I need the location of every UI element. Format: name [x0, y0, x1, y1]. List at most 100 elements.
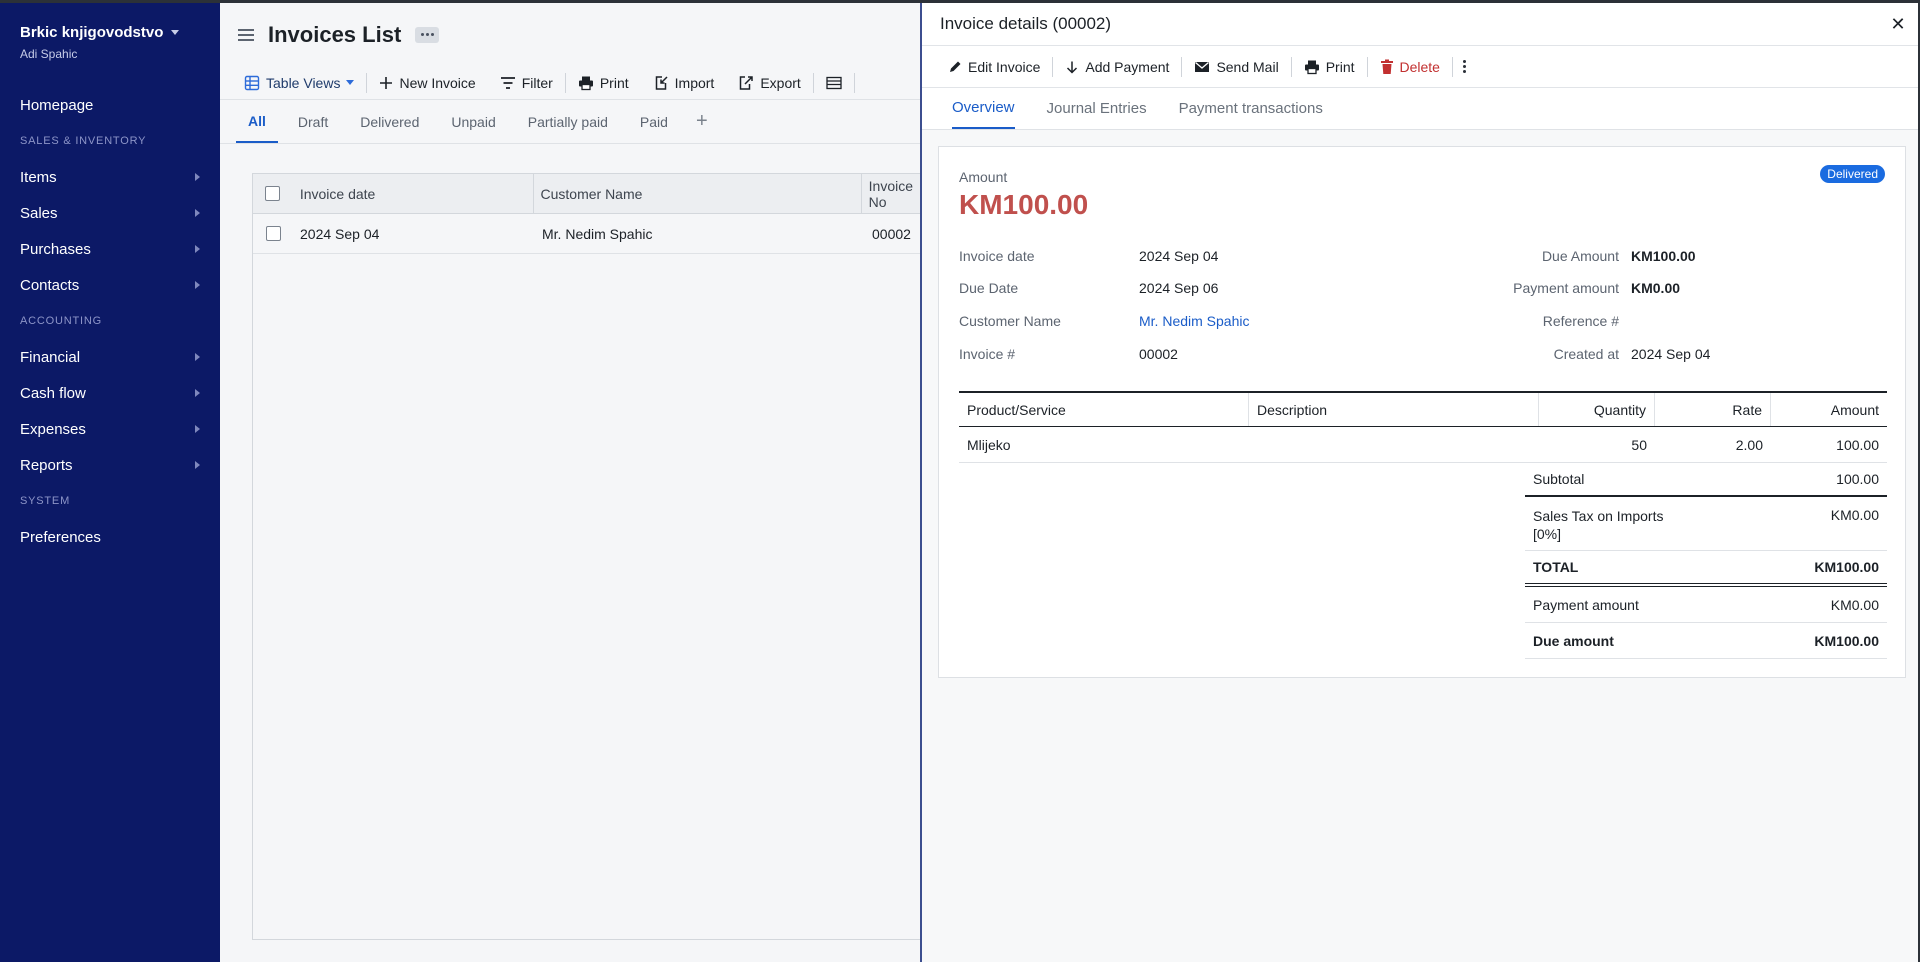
add-tab-icon[interactable]: +: [688, 100, 716, 143]
import-button[interactable]: Import: [641, 70, 727, 96]
cell-amount: 100.00: [1836, 436, 1879, 453]
new-invoice-button[interactable]: New Invoice: [367, 70, 487, 96]
import-icon: [655, 75, 668, 90]
sidebar-item-items[interactable]: Items: [0, 159, 220, 195]
sidebar-section-accounting: ACCOUNTING: [20, 315, 102, 327]
sidebar-item-purchases[interactable]: Purchases: [0, 231, 220, 267]
sidebar-item-expenses[interactable]: Expenses: [0, 411, 220, 447]
chevron-right-icon: [195, 209, 200, 217]
sidebar-item-financial[interactable]: Financial: [0, 339, 220, 375]
select-all-checkbox[interactable]: [265, 186, 281, 201]
sidebar-item-label: Financial: [20, 348, 81, 366]
reference-label: Reference #: [1542, 313, 1619, 329]
due-amount-value: KM100.00: [1631, 248, 1696, 264]
subtotal-value: 100.00: [1836, 471, 1879, 487]
due-amount-label: Due Amount: [1541, 248, 1619, 264]
column-header-invoice-no[interactable]: Invoice No: [862, 174, 920, 213]
totals-summary: Subtotal 100.00 Sales Tax on Imports [0%…: [1525, 463, 1887, 659]
invoices-table: Invoice date Customer Name Invoice No 20…: [252, 173, 920, 940]
tab-all[interactable]: All: [236, 100, 278, 143]
sidebar-item-label: Items: [20, 168, 57, 186]
caret-down-icon: [346, 80, 355, 85]
sidebar-item-preferences[interactable]: Preferences: [0, 519, 220, 555]
row-checkbox[interactable]: [265, 226, 281, 241]
menu-icon[interactable]: [238, 26, 254, 44]
drawer-header: Invoice details (00002) ✕: [922, 0, 1920, 46]
sidebar-item-label: Preferences: [20, 528, 101, 546]
due-date-label: Due Date: [959, 280, 1019, 296]
drawer-title: Invoice details (00002): [940, 14, 1112, 33]
customer-name-link[interactable]: Mr. Nedim Spahic: [1139, 313, 1249, 329]
status-tabs: All Draft Delivered Unpaid Partially pai…: [220, 100, 920, 144]
invoices-list-panel: Invoices List Table Views New Invoice Fi…: [220, 0, 920, 962]
tax-label: Sales Tax on Imports [0%]: [1533, 508, 1664, 542]
drawer-tabs: Overview Journal Entries Payment transac…: [922, 88, 1920, 130]
column-header-product: Product/Service: [959, 393, 1249, 426]
chevron-right-icon: [195, 353, 200, 361]
created-at-value: 2024 Sep 04: [1631, 346, 1711, 362]
chevron-right-icon: [195, 425, 200, 433]
filter-label: Filter: [521, 74, 553, 91]
send-mail-label: Send Mail: [1216, 58, 1279, 75]
caret-down-icon: [171, 30, 180, 35]
tab-overview[interactable]: Overview: [952, 88, 1015, 129]
filter-button[interactable]: Filter: [488, 70, 565, 96]
sidebar-item-reports[interactable]: Reports: [0, 447, 220, 483]
payment-amount-total-value: KM0.00: [1830, 596, 1879, 613]
edit-invoice-button[interactable]: Edit Invoice: [942, 59, 1052, 75]
organization-name: Brkic knjigovodstvo: [20, 24, 164, 41]
drawer-print-button[interactable]: Print: [1292, 59, 1367, 75]
line-items-header: Product/Service Description Quantity Rat…: [959, 391, 1887, 427]
import-label: Import: [674, 74, 715, 91]
close-icon[interactable]: ✕: [1890, 14, 1906, 35]
columns-button[interactable]: [814, 70, 854, 96]
print-button[interactable]: Print: [566, 70, 641, 96]
sidebar-item-label: Purchases: [20, 240, 91, 258]
tab-unpaid[interactable]: Unpaid: [439, 100, 507, 143]
tab-delivered[interactable]: Delivered: [348, 100, 431, 143]
status-badge: Delivered: [1820, 165, 1885, 183]
send-mail-button[interactable]: Send Mail: [1182, 59, 1290, 75]
line-items-table: Product/Service Description Quantity Rat…: [959, 391, 1887, 463]
print-label: Print: [599, 74, 629, 91]
column-header-invoice-date[interactable]: Invoice date: [293, 174, 534, 213]
tax-value: KM0.00: [1830, 507, 1879, 523]
sidebar-item-homepage[interactable]: Homepage: [0, 87, 220, 123]
tab-paid[interactable]: Paid: [628, 100, 680, 143]
cell-invoice-date: 2024 Sep 04: [300, 225, 380, 242]
table-row[interactable]: 2024 Sep 04 Mr. Nedim Spahic 00002: [253, 214, 920, 254]
column-header-quantity: Quantity: [1539, 393, 1655, 426]
pencil-icon: [950, 61, 961, 72]
chevron-right-icon: [195, 245, 200, 253]
organization-switcher[interactable]: Brkic knjigovodstvo Adi Spahic: [0, 0, 220, 61]
delete-button[interactable]: Delete: [1368, 59, 1452, 75]
more-options-button[interactable]: [415, 26, 440, 43]
arrow-down-icon: [1067, 61, 1078, 74]
tab-partially-paid[interactable]: Partially paid: [516, 100, 620, 143]
sidebar: Brkic knjigovodstvo Adi Spahic Homepage …: [0, 0, 220, 962]
printer-icon: [1304, 60, 1319, 74]
payment-amount-label: Payment amount: [1513, 280, 1619, 296]
chevron-right-icon: [195, 281, 200, 289]
tab-journal-entries[interactable]: Journal Entries: [1047, 88, 1147, 129]
sidebar-item-contacts[interactable]: Contacts: [0, 267, 220, 303]
column-header-amount: Amount: [1830, 401, 1879, 418]
export-button[interactable]: Export: [726, 70, 812, 96]
cell-description: [1249, 427, 1539, 462]
sidebar-item-cash-flow[interactable]: Cash flow: [0, 375, 220, 411]
more-vertical-icon[interactable]: [1453, 60, 1476, 73]
drawer-actions: Edit Invoice Add Payment Send Mail Print…: [922, 46, 1920, 88]
chevron-right-icon: [195, 173, 200, 181]
column-header-customer-name[interactable]: Customer Name: [534, 174, 862, 213]
sidebar-item-sales[interactable]: Sales: [0, 195, 220, 231]
trash-icon: [1380, 59, 1393, 74]
line-item-row: Mlijeko 50 2.00 100.00: [959, 427, 1887, 463]
table-views-button[interactable]: Table Views: [240, 70, 366, 96]
table-views-label: Table Views: [266, 74, 341, 91]
toolbar-divider: [853, 72, 855, 93]
tab-draft[interactable]: Draft: [286, 100, 340, 143]
tab-payment-transactions[interactable]: Payment transactions: [1179, 88, 1323, 129]
payment-amount-total-label: Payment amount: [1533, 596, 1639, 613]
sidebar-item-label: Cash flow: [20, 384, 86, 402]
add-payment-button[interactable]: Add Payment: [1053, 59, 1181, 75]
